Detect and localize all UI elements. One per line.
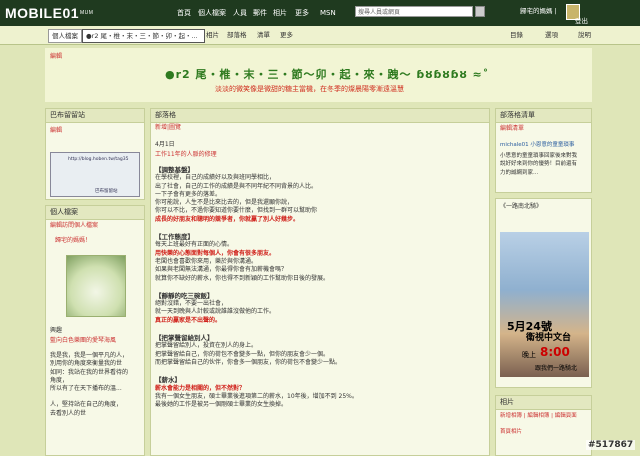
nav-mail[interactable]: 郵件 <box>253 8 267 18</box>
blog-subtitle: 淡淡的微笑像是微甜的糖主當機，在冬季的燦晨陽零漸遠溫慧 <box>215 85 404 93</box>
intro-line: 所以有了在天下播布的溫... <box>50 385 122 393</box>
user-name[interactable]: 歸宅的媽媽 | <box>520 7 557 16</box>
post-highlight: 真正的贏家是不出聲的。 <box>155 316 222 324</box>
nav-photos[interactable]: 相片 <box>273 8 287 18</box>
intro-label: 興趣 <box>50 327 63 334</box>
blog-panel-title: 部落格 <box>151 109 489 123</box>
help-button[interactable]: 說明 <box>578 29 591 41</box>
ad-time: 8:00 <box>540 345 570 359</box>
search-input[interactable]: 搜尋人員或網頁 <box>355 6 473 17</box>
logo-tag: MUM <box>80 10 94 16</box>
post-line: 一下子會有更多的落差。 <box>155 190 222 198</box>
widget-edit-link[interactable]: 編輯 <box>50 125 62 134</box>
profile-view-link[interactable]: 歸宅的媽媽！ <box>55 237 91 245</box>
directory-button[interactable]: 目錄 <box>510 29 523 41</box>
post-highlight: 薪水會能力是相關的，但不然對？ <box>155 384 246 392</box>
section-title: 【薪水】 <box>155 376 181 385</box>
nav-home[interactable]: 首頁 <box>177 8 191 18</box>
intro-line: 如同：我站在我的世界看待的 <box>50 368 129 376</box>
new-entry-link[interactable]: 新增 <box>155 124 167 131</box>
post-line: 把掌聲留給自己，你的荷包不會變多一點，但你的朋友會少一個。 <box>155 350 330 358</box>
bloglist-edit-link[interactable]: 編輯清單 <box>500 125 524 133</box>
watermark: #517867 <box>586 440 636 450</box>
post-line: 我有一個女生朋友，碩士畢業後進項第二的薪水，10年後，增加不到 25%。 <box>155 392 358 400</box>
post-line: 每天上班最好有正面的心情。 <box>155 241 234 249</box>
post-line: 而把掌聲留給自己的伙伴，你會多一個朋友，你的荷包不會變少一點。 <box>155 358 342 366</box>
widget-title: 巴布留留站 <box>46 109 144 123</box>
blog-title: ●r2 尾・椎・末・三・節～卯・起・來・跩～ ɓȣɓȣɓȣ ≈˚ <box>165 68 490 81</box>
options-button[interactable]: 選項 <box>545 29 558 41</box>
intro-line: 角度， <box>50 376 69 384</box>
tab-photos[interactable]: 相片 <box>206 29 219 41</box>
entry-toolbar: 新增|圖覽 <box>155 124 181 132</box>
ad-channel: 衛視中文台 <box>526 333 572 343</box>
bloglist-line: 說好好來到你的優勢！目前還有 <box>500 161 578 168</box>
ad-title: 《一路南北騎》 <box>500 203 543 210</box>
nav-more[interactable]: 更多 <box>295 8 309 18</box>
ad-subtitle: 跟我們一路騎北 <box>535 365 578 372</box>
intro-text: 我是我，我是一個平凡的人， 別用你的角度來衡量我的世 如同：我站在我的世界看待的… <box>50 352 145 418</box>
post-line: 你可以不比，不過你要知道你要什麼，但找到一群可以幫助你 <box>155 207 318 215</box>
post-line: 如果與老闆無法溝通，你最得你會有加薪機會嗎？ <box>155 266 288 274</box>
post-highlight: 用快樂的心態面對每個人，你會有很多朋友。 <box>155 249 276 257</box>
nav-msn[interactable]: MSN <box>320 8 336 18</box>
post-line: 在學校裡，自己的成績好以及與班同學相比， <box>155 174 276 182</box>
widget-caption: 巴布留留站 <box>95 189 118 194</box>
tab-more[interactable]: 更多 <box>280 29 293 41</box>
section-title: 【靜靜的吃三碗飯】 <box>155 291 214 300</box>
photos-edit-links[interactable]: 新增相簿 | 編輯相簿 | 編輯頁面 <box>500 412 577 420</box>
site-logo[interactable]: MOBILE01MUM <box>5 3 93 23</box>
profile-panel-title: 個人檔案 <box>46 206 144 220</box>
logo-text: MOBILE01 <box>5 5 80 21</box>
intro-line: 人，堅持站在自己的角度， <box>50 401 123 409</box>
intro-line: 去看別人的世 <box>50 409 87 417</box>
profile-photo[interactable] <box>66 255 126 317</box>
widget-url: http://blog.hoben.tw/tag35 <box>68 157 129 162</box>
bloglist-desc: 小思意的童童瑣事回家後來對我 說好好來到你的優勢！目前還有 力的誠網到家... <box>500 152 577 177</box>
post-line: 把掌聲留給別人，投資在別人的身上。 <box>155 342 258 350</box>
post-date: 4月1日 <box>155 141 175 148</box>
photos-title: 相片 <box>496 396 591 410</box>
bloglist-line: 力的誠網到家... <box>500 169 539 176</box>
post-line: 出了社會，自己的工作的成績是與不同年紀不同背景的人比。 <box>155 182 318 190</box>
tab-profile[interactable]: 個人檔案 <box>48 29 82 43</box>
post-body: 【調整基盤】 在學校裡，自己的成績好以及與班同學相比， 出了社會，自己的工作的成… <box>155 166 485 409</box>
search-icon[interactable] <box>475 6 485 17</box>
nav-people[interactable]: 人員 <box>233 8 247 18</box>
profile-edit-link[interactable]: 編輯訪問個人檔案 <box>50 222 98 230</box>
bloglist-item[interactable]: michale01 小恩意的童童瑣事 <box>500 141 574 149</box>
intro-line: 別用你的角度來衡量我的世 <box>50 360 123 368</box>
tab-bloglink[interactable]: 部落格 <box>227 29 247 41</box>
tab-list[interactable]: 清單 <box>257 29 270 41</box>
post-line: 最後她的工作是被另一個剛碩士畢業的女生換掉。 <box>155 401 288 409</box>
post-line: 就算你不缺好的薪水，你也得不到新穎的工作幫助你日後的發展。 <box>155 274 330 282</box>
bloglist-panel: 部落格清單 <box>495 108 592 193</box>
tab-blog[interactable]: ●r2 尾・椎・末・三・節・卯・起・... <box>82 29 205 43</box>
banner-edit-link[interactable]: 編輯 <box>50 51 62 60</box>
bloglist-line: 小思意的童童瑣事回家後來對我 <box>500 153 578 159</box>
post-line: 就一天到晚與人計較或說誰誰沒做他的工作。 <box>155 308 276 316</box>
nav-profile[interactable]: 個人檔案 <box>198 8 226 18</box>
post-title[interactable]: 工作11年的人脈的修理 <box>155 151 217 159</box>
photos-album-link[interactable]: 首頁相片 <box>500 428 522 436</box>
manage-link[interactable]: |圖覽 <box>167 124 181 131</box>
logout-link[interactable]: 登出 <box>575 15 588 25</box>
post-highlight: 成長的好朋友和聰明的競爭者，你就贏了別人好幾步。 <box>155 215 300 223</box>
bloglist-title: 部落格清單 <box>496 109 591 123</box>
intro-link[interactable]: 藍向白色樂團的愛琴海風 <box>50 337 116 345</box>
ad-time-label: 晚上 <box>522 351 536 359</box>
photos-panel: 相片 <box>495 395 592 456</box>
